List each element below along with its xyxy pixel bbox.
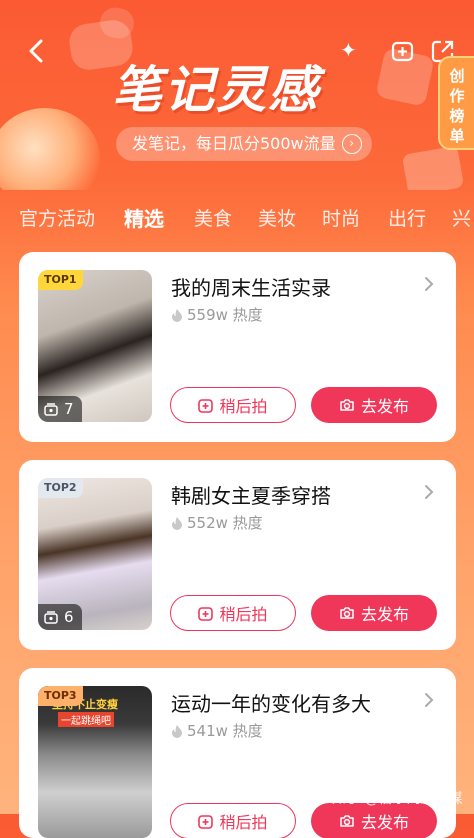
tab-travel[interactable]: 出行 xyxy=(388,204,426,231)
topic-title[interactable]: 韩剧女主夏季穿搭 xyxy=(171,480,331,509)
photo-count-value: 6 xyxy=(64,608,74,626)
photo-count: 7 xyxy=(38,396,82,422)
shoot-later-label: 稍后拍 xyxy=(219,813,268,832)
page-title: 笔记灵感 xyxy=(112,61,320,119)
tab-more[interactable]: 兴 xyxy=(452,204,471,231)
chevron-right-icon[interactable] xyxy=(421,274,437,294)
lightbulb-illustration xyxy=(0,108,100,190)
go-publish-button[interactable]: 去发布 xyxy=(311,595,437,631)
side-tab-char: 作 xyxy=(449,87,465,105)
flame-icon xyxy=(172,724,182,738)
rank-badge: TOP3 xyxy=(38,686,83,706)
add-box-icon xyxy=(198,606,214,621)
go-publish-label: 去发布 xyxy=(360,813,409,832)
shoot-later-button[interactable]: 稍后拍 xyxy=(170,387,296,423)
tab-fashion[interactable]: 时尚 xyxy=(322,204,360,231)
topic-card[interactable]: TOP2 6 韩剧女主夏季穿搭 552w 热度 稍后拍 去发布 xyxy=(19,460,456,650)
add-box-icon xyxy=(198,398,214,413)
heat-value: 559w 热度 xyxy=(187,306,263,324)
topic-title[interactable]: 我的周末生活实录 xyxy=(171,272,331,301)
tab-official-events[interactable]: 官方活动 xyxy=(19,204,95,231)
side-tab-char: 榜 xyxy=(449,107,465,125)
topic-title[interactable]: 运动一年的变化有多大 xyxy=(171,688,371,717)
back-chevron-icon[interactable] xyxy=(22,36,52,66)
photo-count: 6 xyxy=(38,604,82,630)
subtitle-banner[interactable]: 发笔记，每日瓜分500w流量 › xyxy=(116,127,372,161)
topic-card[interactable]: TOP1 7 我的周末生活实录 559w 热度 稍后拍 去发布 xyxy=(19,252,456,442)
creator-ranking-tab[interactable]: 创 作 榜 单 xyxy=(438,56,474,150)
shoot-later-label: 稍后拍 xyxy=(219,397,268,416)
add-box-icon[interactable] xyxy=(390,38,416,64)
go-publish-button[interactable]: 去发布 xyxy=(311,803,437,838)
topic-card[interactable]: 坚持不止变瘦 一起跳绳吧 TOP3 运动一年的变化有多大 541w 热度 稍后拍… xyxy=(19,668,456,838)
chevron-right-icon[interactable] xyxy=(421,690,437,710)
camera-icon xyxy=(340,607,354,619)
thumbnail-caption: 一起跳绳吧 xyxy=(58,712,114,727)
chevron-right-icon[interactable] xyxy=(421,482,437,502)
camera-icon xyxy=(340,815,354,827)
heat-value: 541w 热度 xyxy=(187,722,263,740)
shoot-later-label: 稍后拍 xyxy=(219,605,268,624)
photo-stack-icon xyxy=(44,610,58,624)
heat-stat: 552w 热度 xyxy=(171,512,263,533)
go-publish-label: 去发布 xyxy=(360,605,409,624)
tab-food[interactable]: 美食 xyxy=(194,204,232,231)
go-publish-label: 去发布 xyxy=(360,397,409,416)
tab-makeup[interactable]: 美妆 xyxy=(258,204,296,231)
chevron-right-circle-icon: › xyxy=(341,134,362,154)
shoot-later-button[interactable]: 稍后拍 xyxy=(170,803,296,838)
side-tab-char: 单 xyxy=(449,127,465,145)
heat-stat: 541w 热度 xyxy=(171,720,263,741)
heat-value: 552w 热度 xyxy=(187,514,263,532)
decor-card xyxy=(401,145,465,190)
subtitle-text: 发笔记，每日瓜分500w流量 xyxy=(132,134,336,153)
watermark: 知乎 @伯乐网络传媒 xyxy=(332,791,463,807)
heat-stat: 559w 热度 xyxy=(171,304,263,325)
photo-stack-icon xyxy=(44,402,58,416)
category-tabs: 官方活动 精选 美食 美妆 时尚 出行 兴 xyxy=(0,198,474,238)
tab-featured[interactable]: 精选 xyxy=(124,203,164,232)
flame-icon xyxy=(172,308,182,322)
topic-thumbnail[interactable]: TOP2 6 xyxy=(38,478,152,630)
topic-thumbnail[interactable]: 坚持不止变瘦 一起跳绳吧 TOP3 xyxy=(38,686,152,838)
go-publish-button[interactable]: 去发布 xyxy=(311,387,437,423)
side-tab-char: 创 xyxy=(449,67,465,85)
rank-badge: TOP2 xyxy=(38,478,83,498)
camera-icon xyxy=(340,399,354,411)
add-box-icon xyxy=(198,814,214,829)
flame-icon xyxy=(172,516,182,530)
header: ✦ 笔记灵感 发笔记，每日瓜分500w流量 › 创 作 榜 单 xyxy=(0,0,474,190)
shoot-later-button[interactable]: 稍后拍 xyxy=(170,595,296,631)
photo-count-value: 7 xyxy=(64,400,74,418)
rank-badge: TOP1 xyxy=(38,270,83,290)
topic-thumbnail[interactable]: TOP1 7 xyxy=(38,270,152,422)
